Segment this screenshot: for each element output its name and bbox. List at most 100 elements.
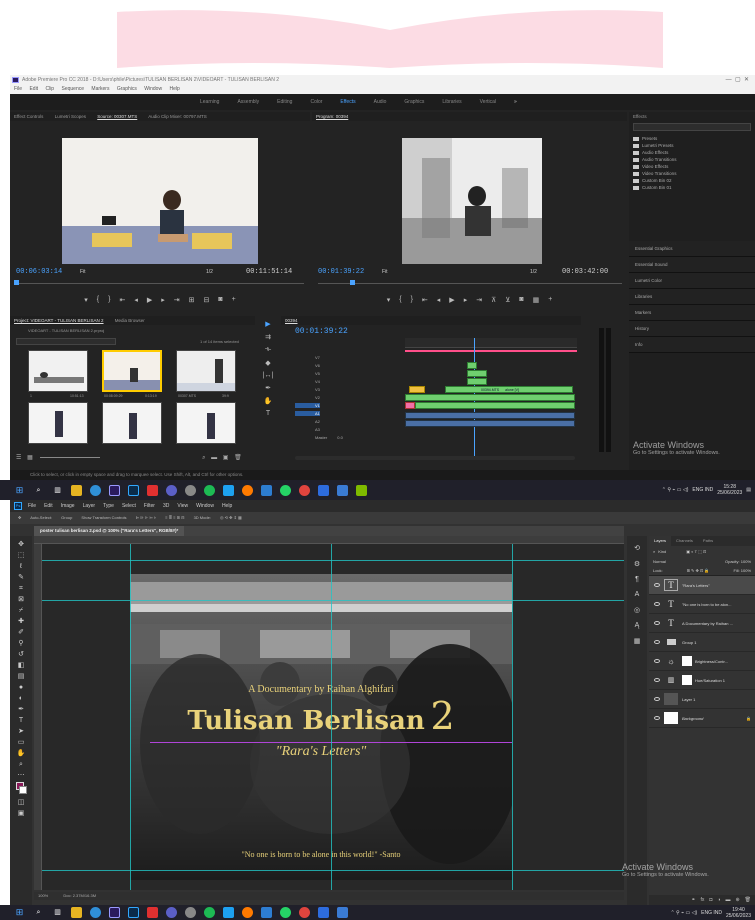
eraser-tool-icon[interactable]: ◧ [15, 661, 27, 670]
marker-icon[interactable]: ▾ [84, 296, 88, 304]
program-playhead[interactable] [350, 280, 355, 285]
zoom-level[interactable]: 100% [38, 893, 48, 898]
effects-folder[interactable]: Lumetri Presets [629, 142, 755, 149]
adjustment-layer-icon[interactable]: ◑ [717, 897, 720, 903]
pen-tool-icon[interactable]: ✒ [15, 705, 27, 714]
export-frame-icon[interactable]: ◙ [519, 296, 523, 304]
file-explorer-icon[interactable] [71, 484, 82, 496]
workspace-editing[interactable]: Editing [277, 99, 292, 105]
eye-icon[interactable] [654, 697, 660, 701]
premiere-taskbar-icon[interactable] [109, 484, 120, 496]
menu-window[interactable]: Window [196, 500, 214, 512]
export-frame-icon[interactable]: ◙ [218, 296, 222, 304]
timeline-audio-clip[interactable] [405, 420, 575, 427]
search-icon[interactable]: ⌕ [33, 485, 44, 496]
glyphs-panel-icon[interactable]: Ą [635, 622, 640, 629]
source-resolution-select[interactable]: 1/2 [206, 269, 213, 275]
guide-line[interactable] [331, 544, 332, 890]
timeline-clip[interactable] [405, 394, 575, 401]
poster-title-block[interactable]: Tulisan Berlisan 2 [130, 694, 512, 738]
menu-image[interactable]: Image [61, 500, 75, 512]
track-header[interactable]: V1 [295, 402, 403, 410]
timeline-tracks[interactable]: 00394.MTS alone [V] [405, 354, 577, 444]
app-icon[interactable] [356, 484, 367, 496]
list-view-icon[interactable]: ☰ [16, 455, 21, 461]
master-volume-value[interactable]: 0.0 [327, 435, 343, 440]
paragraph-panel-icon[interactable]: ¶ [635, 576, 639, 583]
menu-view[interactable]: View [177, 500, 188, 512]
workspace-effects[interactable]: Effects [340, 99, 355, 105]
align-icons[interactable]: ⊫ ⊪ ⊩ ⊨ ⊧ [136, 515, 156, 520]
lock-icon[interactable]: 🔒 [746, 716, 751, 721]
timeline-clip[interactable] [467, 362, 477, 369]
quick-mask-icon[interactable]: ◫ [15, 798, 27, 807]
go-to-in-icon[interactable]: ⇤ [119, 296, 125, 304]
effects-folder[interactable]: Video Effects [629, 163, 755, 170]
panel-libraries[interactable]: Libraries [629, 289, 755, 305]
marquee-tool-icon[interactable]: ⬚ [15, 551, 27, 560]
quick-select-tool-icon[interactable]: ✎ [15, 573, 27, 582]
track-header[interactable]: V7 [295, 354, 403, 362]
shape-tool-icon[interactable]: ▭ [15, 738, 27, 747]
guide-line[interactable] [512, 544, 513, 890]
healing-brush-tool-icon[interactable]: ✚ [15, 617, 27, 626]
step-forward-icon[interactable]: ▸ [161, 296, 165, 304]
effects-folder[interactable]: Audio Transitions [629, 156, 755, 163]
app-icon[interactable] [166, 484, 177, 496]
more-workspaces-icon[interactable]: » [514, 99, 517, 105]
panel-essential-graphics[interactable]: Essential Graphics [629, 241, 755, 257]
ripple-edit-tool-icon[interactable]: ⟛ [265, 346, 271, 354]
effects-folder[interactable]: Custom Bin 02 [629, 177, 755, 184]
poster-tagline[interactable]: "Rara's Letters" [130, 744, 512, 760]
layer-row[interactable]: ☼ Brightness/Contr... [649, 652, 755, 671]
photoshop-taskbar-icon[interactable] [128, 907, 139, 918]
panel-info[interactable]: Info [629, 337, 755, 353]
program-video-frame[interactable] [402, 138, 542, 264]
menu-select[interactable]: Select [122, 500, 136, 512]
tray-clock[interactable]: 19:40 25/06/2023 [726, 907, 751, 919]
task-view-icon[interactable]: ▥ [52, 907, 63, 918]
program-fit-select[interactable]: Fit [382, 269, 388, 275]
new-layer-icon[interactable]: ⊕ [735, 897, 739, 903]
edge-icon[interactable] [90, 484, 101, 496]
project-clip-thumb[interactable] [28, 402, 88, 444]
layer-style-icon[interactable]: fx [700, 897, 704, 903]
add-button-icon[interactable]: + [548, 296, 552, 304]
tab-source[interactable]: Source: 00307.MTS [97, 114, 137, 119]
add-button-icon[interactable]: + [232, 296, 236, 304]
panel-history[interactable]: History [629, 321, 755, 337]
eye-icon[interactable] [654, 678, 660, 682]
timeline-clip[interactable] [467, 370, 487, 377]
poster-quote[interactable]: "No one is born to be alone in this worl… [130, 850, 512, 859]
source-playhead[interactable] [14, 280, 19, 285]
project-clip-thumb-selected[interactable] [102, 350, 162, 392]
brush-tool-icon[interactable]: ✐ [15, 628, 27, 637]
mark-in-icon[interactable]: { [399, 296, 401, 304]
dodge-tool-icon[interactable]: ◐ [15, 694, 27, 703]
go-to-out-icon[interactable]: ⇥ [476, 296, 482, 304]
tab-project[interactable]: Project: VIDEOART - TULISAN BERLISAN 2 [14, 318, 104, 323]
acrobat-icon[interactable] [147, 907, 158, 918]
menu-file[interactable]: File [28, 500, 36, 512]
layer-row[interactable]: Background 🔒 [649, 709, 755, 728]
eyedropper-tool-icon[interactable]: ⌿ [15, 606, 27, 615]
project-clip-thumb[interactable] [176, 350, 236, 392]
search-icon[interactable]: ⌕ [653, 549, 655, 554]
properties-panel-icon[interactable]: ⚙ [634, 560, 640, 568]
compare-icon[interactable]: ▦ [533, 296, 540, 304]
menu-3d[interactable]: 3D [163, 500, 169, 512]
edge-icon[interactable] [90, 907, 101, 918]
auto-select-target-select[interactable]: Group [61, 515, 72, 520]
notification-icon[interactable]: ▤ [746, 487, 751, 493]
mark-in-icon[interactable]: { [97, 296, 99, 304]
eye-icon[interactable] [654, 640, 660, 644]
menu-markers[interactable]: Markers [91, 86, 109, 92]
timeline-timecode[interactable]: 00:01:39:22 [295, 327, 348, 336]
pen-tool-icon[interactable]: ✒ [265, 384, 271, 392]
marker-icon[interactable]: ▾ [387, 296, 391, 304]
go-to-out-icon[interactable]: ⇥ [174, 296, 180, 304]
libraries-panel-icon[interactable]: ◎ [634, 606, 640, 614]
chrome-icon[interactable] [185, 484, 196, 496]
timeline-clip[interactable] [415, 402, 575, 409]
panel-lumetri-color[interactable]: Lumetri Color [629, 273, 755, 289]
